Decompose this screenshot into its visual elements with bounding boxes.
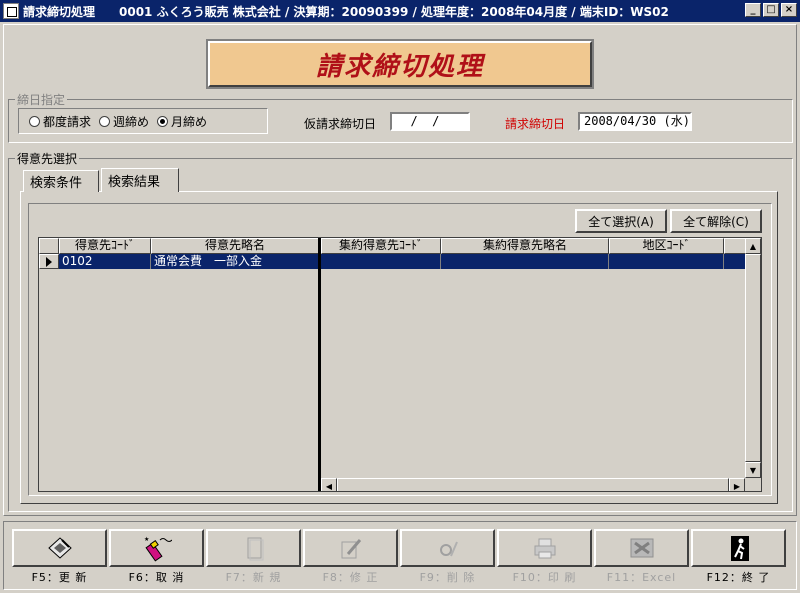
col-header-customer-name[interactable]: 得意先略名 [151,238,319,254]
f7-label: F7：新 規 [225,571,282,584]
f11-label: F11：Excel [606,571,677,584]
results-grid: 得意先ｺｰﾄﾞ 得意先略名 0102 通常会費 一部入金 集約得意先ｺｰﾄﾞ 集… [38,237,762,492]
excel-icon [630,538,653,558]
scrollbar-corner [745,478,761,491]
cell-customer-name[interactable]: 通常会費 一部入金 [151,254,319,269]
cell-area-code[interactable] [609,254,724,269]
grid-fixed-pane: 得意先ｺｰﾄﾞ 得意先略名 0102 通常会費 一部入金 [39,238,319,491]
page-title: 請求締切処理 [315,51,484,82]
radio-dot[interactable] [29,115,40,127]
new-document-icon [247,537,263,561]
f12-exit-button[interactable] [691,529,786,567]
grid-scroll-pane: 集約得意先ｺｰﾄﾞ 集約得意先略名 地区ｺｰﾄﾞ [321,238,745,478]
table-row[interactable] [321,254,745,269]
col-header-area-code[interactable]: 地区ｺｰﾄﾞ [609,238,724,254]
clear-all-button[interactable]: 全て解除(C) [670,209,762,233]
cell-agg-code[interactable] [321,254,441,269]
app-icon [3,3,19,19]
horizontal-scrollbar[interactable]: ◀ ▶ [321,478,745,491]
f10-label: F10：印 刷 [512,571,577,584]
minimize-button[interactable]: _ [745,3,761,17]
page-banner: 請求締切処理 [206,39,594,89]
f6-label: F6：取 消 [128,571,185,584]
billing-closing-date-input[interactable]: 2008/04/30 (水) [578,112,692,131]
f6-cancel-button[interactable]: ★ [109,529,204,567]
f10-print-button[interactable] [497,529,592,567]
cell-customer-code[interactable]: 0102 [59,254,151,269]
radio-weekly[interactable]: 週締め [99,113,149,130]
radio-monthly[interactable]: 月締め [157,113,207,130]
window-title: 請求締切処理 0001 ふくろう販売 株式会社 / 決算期：20090399 /… [23,4,669,19]
scroll-down-icon[interactable]: ▼ [745,462,761,478]
scroll-up-icon[interactable]: ▲ [745,238,761,254]
printer-icon [534,538,555,559]
horizontal-scroll-thumb[interactable] [337,478,729,491]
floppy-disk-icon [47,537,72,559]
select-all-button[interactable]: 全て選択(A) [575,209,667,233]
f8-edit-button[interactable] [303,529,398,567]
provisional-closing-label: 仮請求締切日 [304,117,377,131]
billing-closing-label: 請求締切日 [505,117,566,131]
col-header-customer-code[interactable]: 得意先ｺｰﾄﾞ [59,238,151,254]
provisional-closing-date-input[interactable]: / / [390,112,470,131]
tab-search-conditions[interactable]: 検索条件 [23,170,99,192]
svg-text:★: ★ [144,536,149,543]
maximize-button[interactable]: □ [763,3,779,17]
closing-type-radio-group: 都度請求 週締め 月締め [18,108,268,134]
row-header-corner [39,238,59,254]
f9-label: F9：削 除 [419,571,476,584]
vertical-scroll-thumb[interactable] [745,254,761,462]
table-row[interactable]: 0102 通常会費 一部入金 [39,254,319,269]
vertical-scrollbar[interactable]: ▲ ▼ [745,238,761,478]
customer-selection-legend: 得意先選択 [17,152,78,166]
f8-label: F8：修 正 [322,571,379,584]
edit-document-icon [341,539,361,559]
scroll-left-icon[interactable]: ◀ [321,478,337,491]
col-header-agg-name[interactable]: 集約得意先略名 [441,238,609,254]
f11-excel-button[interactable] [594,529,689,567]
scroll-right-icon[interactable]: ▶ [729,478,745,491]
col-header-agg-code[interactable]: 集約得意先ｺｰﾄﾞ [321,238,441,254]
f5-update-button[interactable] [12,529,107,567]
radio-dot[interactable] [99,115,111,127]
cell-agg-name[interactable] [441,254,609,269]
f7-new-button[interactable] [206,529,301,567]
f9-delete-button[interactable] [400,529,495,567]
f12-label: F12：終 了 [706,571,771,584]
tab-search-results[interactable]: 検索結果 [101,168,179,192]
radio-dot-selected[interactable] [157,115,169,127]
f5-label: F5：更 新 [31,571,88,584]
radio-each-billing[interactable]: 都度請求 [29,113,91,130]
current-row-arrow-icon [46,256,52,267]
title-bar: 請求締切処理 0001 ふくろう販売 株式会社 / 決算期：20090399 /… [0,0,800,22]
close-button[interactable]: × [781,3,797,17]
trash-icon [439,541,458,557]
closing-day-legend: 締日指定 [17,93,66,107]
eraser-icon: ★ [144,536,172,562]
exit-door-icon [730,536,749,561]
row-indicator [39,254,59,269]
